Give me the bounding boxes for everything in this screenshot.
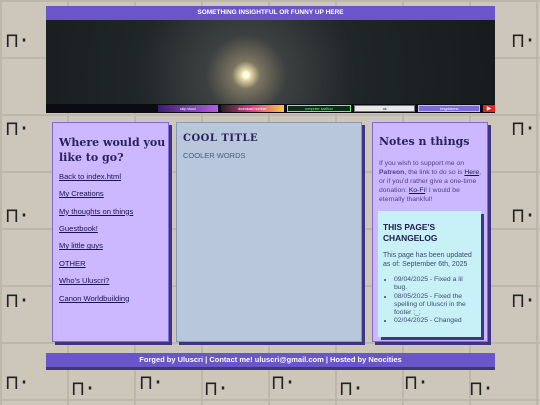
kofi-link[interactable]: Ko-Fi: [409, 187, 425, 194]
nav-link-other[interactable]: OTHER: [59, 259, 168, 268]
changelog-box: THIS PAGE'S CHANGELOG This page has been…: [378, 211, 481, 337]
bg-creature-icon: ⊓·: [6, 116, 31, 140]
top-banner: SOMETHING INSIGHTFUL OR FUNNY UP HERE: [46, 6, 495, 20]
main-panel: COOL TITLE COOLER WORDS: [176, 122, 362, 342]
bg-creature-icon: ⊓·: [6, 370, 31, 394]
bg-creature-icon: ⊓·: [140, 370, 165, 394]
nav-link-guestbook[interactable]: Guestbook!: [59, 224, 168, 233]
site-button-1[interactable]: skip skool: [158, 105, 218, 112]
bg-creature-icon: ⊓·: [72, 376, 97, 400]
notes-title: Notes n things: [379, 135, 470, 148]
support-text-2: , the link to do so is: [404, 168, 465, 176]
bg-creature-icon: ⊓·: [340, 376, 365, 400]
main-subtitle: COOLER WORDS: [183, 151, 246, 160]
nav-link-who[interactable]: Who's Uluscri?: [59, 276, 168, 285]
footer-bar: Forged by Uluscri | Contact me! uluscri@…: [46, 353, 495, 367]
main-title: COOL TITLE: [183, 133, 259, 144]
changelog-updated: This page has been updated as of: Septem…: [383, 251, 472, 268]
nav-link-thoughts[interactable]: My thoughts on things: [59, 207, 168, 216]
bg-creature-icon: ⊓·: [6, 28, 31, 52]
changelog-item: 09/04/2025 - Fixed a lil bug.: [394, 276, 477, 293]
nav-link-creations[interactable]: My Creations: [59, 189, 168, 198]
header-sky-image: [46, 20, 495, 104]
changelog-item: 08/05/2025 - Fixed the spelling of Ulusc…: [394, 293, 477, 318]
bg-creature-icon: ⊓·: [405, 370, 430, 394]
button-strip: skip skool download number computer sael…: [46, 104, 495, 113]
bg-creature-icon: ⊓·: [272, 370, 297, 394]
site-button-4[interactable]: ok: [353, 105, 416, 112]
bg-creature-icon: ⊓·: [512, 203, 537, 227]
nav-panel: Where would you like to go? Back to inde…: [52, 122, 169, 342]
support-text-1: If you wish to support me on: [379, 160, 465, 167]
nav-link-index[interactable]: Back to index.html: [59, 172, 168, 181]
bg-creature-icon: ⊓·: [470, 376, 495, 400]
nav-link-little-guys[interactable]: My little guys: [59, 241, 168, 250]
play-button-icon[interactable]: ▶: [483, 105, 495, 112]
nav-links: Back to index.html My Creations My thoug…: [53, 166, 168, 303]
changelog-item: 02/04/2025 - Changed: [394, 317, 477, 325]
support-text: If you wish to support me on Patreon, th…: [373, 148, 487, 205]
patreon-link[interactable]: Here: [464, 169, 479, 176]
site-button-3[interactable]: computer saelhun: [287, 105, 351, 112]
bg-creature-icon: ⊓·: [6, 203, 31, 227]
changelog-title: THIS PAGE'S CHANGELOG: [383, 222, 438, 243]
bg-creature-icon: ⊓·: [512, 28, 537, 52]
bg-creature-icon: ⊓·: [205, 376, 230, 400]
changelog-list: 09/04/2025 - Fixed a lil bug. 08/05/2025…: [378, 276, 481, 326]
bg-creature-icon: ⊓·: [6, 288, 31, 312]
nav-link-canon[interactable]: Canon Worldbuilding: [59, 294, 168, 303]
site-button-2[interactable]: download number: [220, 105, 285, 112]
bg-creature-icon: ⊓·: [512, 116, 537, 140]
site-button-5[interactable]: kingdokerst: [418, 105, 481, 112]
nav-title: Where would you like to go?: [59, 136, 166, 165]
patreon-label: Patreon: [379, 168, 405, 176]
bg-creature-icon: ⊓·: [512, 288, 537, 312]
